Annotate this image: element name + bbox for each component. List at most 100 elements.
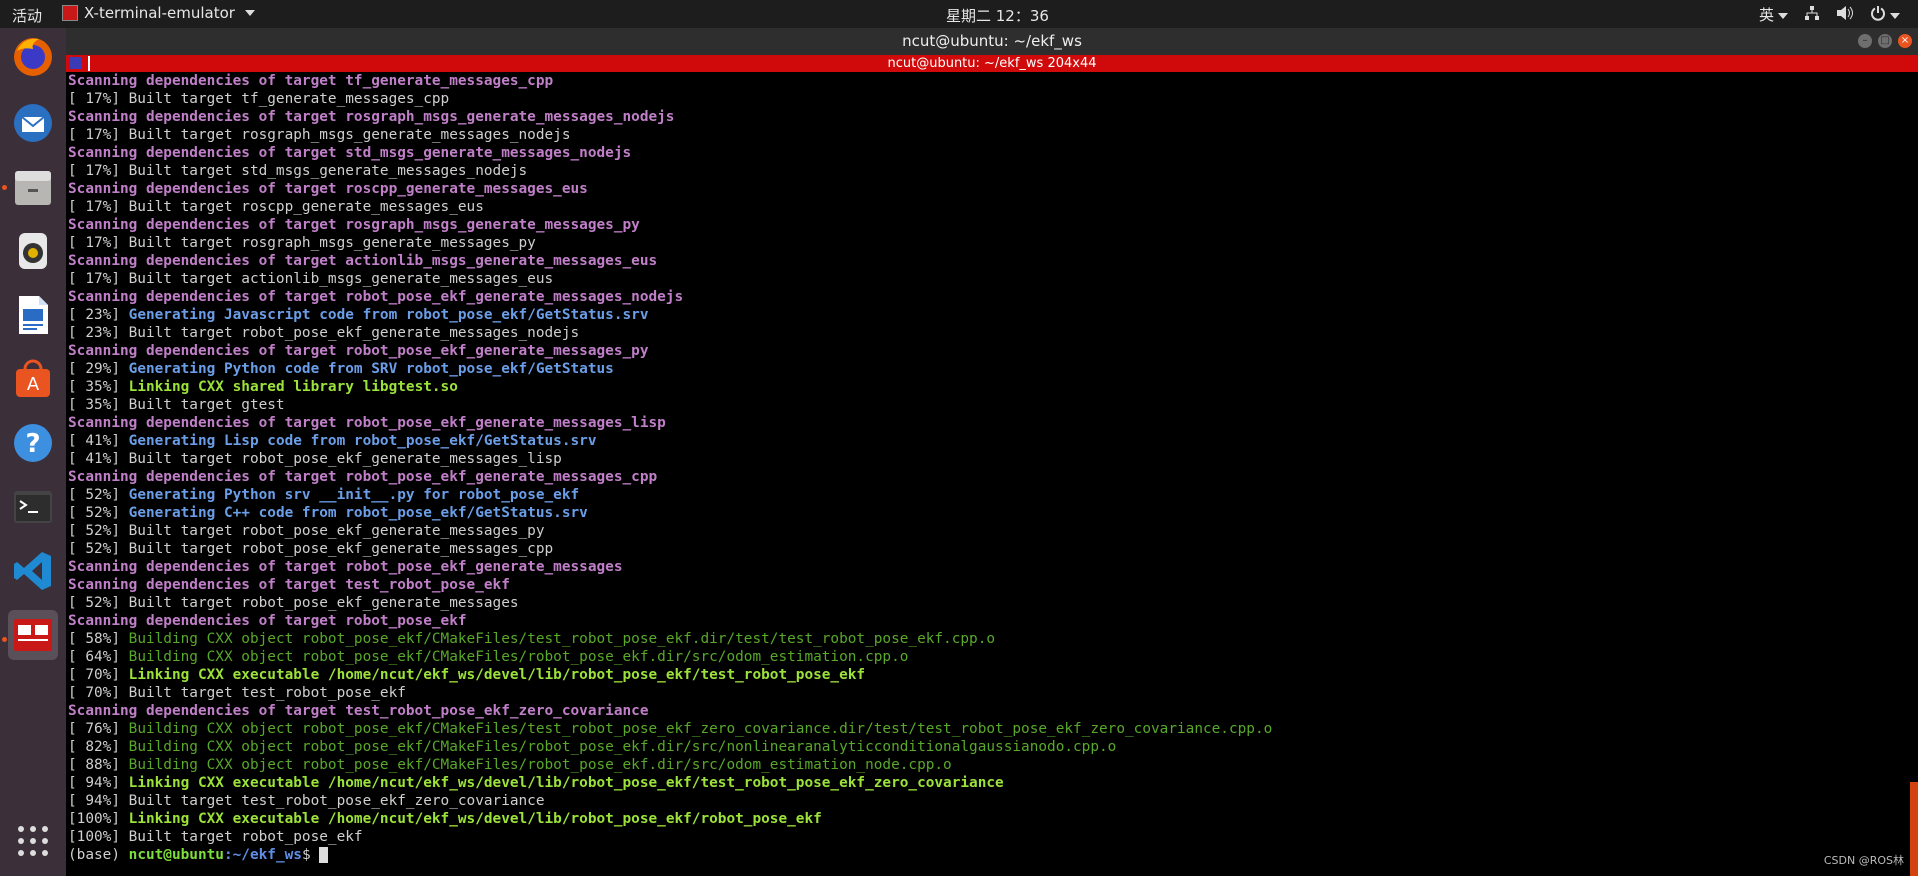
terminal-line: Scanning dependencies of target rosgraph…: [68, 108, 1908, 126]
terminal-line: [ 52%] Built target robot_pose_ekf_gener…: [68, 522, 1908, 540]
dock-vscode[interactable]: [8, 546, 58, 596]
terminal-line: [ 29%] Generating Python code from SRV r…: [68, 360, 1908, 378]
clock[interactable]: 星期二 12：36: [946, 5, 1049, 26]
window-titlebar[interactable]: ncut@ubuntu: ~/ekf_ws – □ ×: [66, 28, 1918, 55]
prompt-env: (base): [68, 847, 129, 863]
window-title: ncut@ubuntu: ~/ekf_ws: [902, 32, 1082, 50]
dock-firefox[interactable]: [8, 32, 58, 82]
terminal-text: Scanning dependencies of target robot_po…: [68, 469, 658, 485]
terminal-text: [ 82%]: [68, 739, 129, 755]
terminal-line: [ 17%] Built target roscpp_generate_mess…: [68, 198, 1908, 216]
terminal-line: [ 23%] Generating Javascript code from r…: [68, 306, 1908, 324]
terminal-line: Scanning dependencies of target rosgraph…: [68, 216, 1908, 234]
terminal-text: [100%]: [68, 811, 129, 827]
rhythmbox-icon: [19, 233, 47, 269]
terminal-text: [ 17%] Built target tf_generate_messages…: [68, 91, 450, 107]
dock-thunderbird[interactable]: [8, 98, 58, 148]
dock-xterm[interactable]: [8, 610, 58, 660]
terminal-text: [ 52%]: [68, 505, 129, 521]
terminal-line: Scanning dependencies of target roscpp_g…: [68, 180, 1908, 198]
terminal-line: [ 23%] Built target robot_pose_ekf_gener…: [68, 324, 1908, 342]
system-tray: 英: [1759, 4, 1900, 25]
terminal-text: Building CXX object robot_pose_ekf/CMake…: [128, 649, 909, 665]
terminal-line: [100%] Linking CXX executable /home/ncut…: [68, 810, 1908, 828]
minimize-button[interactable]: –: [1858, 34, 1872, 48]
maximize-button[interactable]: □: [1878, 34, 1892, 48]
terminal-line: [ 76%] Building CXX object robot_pose_ek…: [68, 720, 1908, 738]
terminal-line: Scanning dependencies of target test_rob…: [68, 702, 1908, 720]
dock-help[interactable]: ?: [8, 418, 58, 468]
terminal-line: Scanning dependencies of target test_rob…: [68, 576, 1908, 594]
terminal-text: Linking CXX executable /home/ncut/ekf_ws…: [128, 811, 822, 827]
scrollbar-thumb[interactable]: [1910, 782, 1918, 876]
power-icon[interactable]: [1870, 5, 1900, 25]
activities-button[interactable]: 活动: [12, 5, 42, 26]
input-method-indicator[interactable]: 英: [1759, 4, 1788, 25]
watermark: CSDN @ROS林: [1823, 854, 1904, 867]
terminal-text: Building CXX object robot_pose_ekf/CMake…: [128, 739, 1117, 755]
terminal-text: Generating Python srv __init__.py for ro…: [128, 487, 580, 503]
terminal-text: [ 41%] Built target robot_pose_ekf_gener…: [68, 451, 562, 467]
terminal-line: [ 52%] Built target robot_pose_ekf_gener…: [68, 540, 1908, 558]
terminal-text: Scanning dependencies of target rosgraph…: [68, 109, 675, 125]
terminal-text: Linking CXX executable /home/ncut/ekf_ws…: [128, 667, 866, 683]
terminal-line: [ 52%] Generating Python srv __init__.py…: [68, 486, 1908, 504]
volume-icon[interactable]: [1836, 5, 1854, 25]
xterm-titlebar: ncut@ubuntu: ~/ekf_ws 204x44: [66, 55, 1918, 72]
terminal-text: Generating C++ code from robot_pose_ekf/…: [128, 505, 588, 521]
terminal-line: [100%] Built target robot_pose_ekf: [68, 828, 1908, 846]
terminal-text: Scanning dependencies of target std_msgs…: [68, 145, 632, 161]
shell-prompt[interactable]: (base) ncut@ubuntu:~/ekf_ws$: [68, 846, 1908, 864]
terminal-text: [ 23%]: [68, 307, 129, 323]
terminal-line: [ 82%] Building CXX object robot_pose_ek…: [68, 738, 1908, 756]
terminal-text: Generating Python code from SRV robot_po…: [128, 361, 614, 377]
terminal-text: Scanning dependencies of target tf_gener…: [68, 73, 554, 89]
terminal-text: [ 70%]: [68, 667, 129, 683]
chevron-down-icon: [1778, 12, 1788, 19]
terminal-line: [ 94%] Linking CXX executable /home/ncut…: [68, 774, 1908, 792]
terminal-text: [ 58%]: [68, 631, 129, 647]
terminal-line: Scanning dependencies of target std_msgs…: [68, 144, 1908, 162]
prompt-path: :~/ekf_ws: [223, 847, 302, 863]
terminal-text: Scanning dependencies of target roscpp_g…: [68, 181, 588, 197]
terminal-text: Scanning dependencies of target robot_po…: [68, 289, 684, 305]
terminal-output[interactable]: Scanning dependencies of target tf_gener…: [68, 72, 1908, 872]
app-menu[interactable]: X-terminal-emulator: [62, 4, 255, 22]
terminal-text: Generating Lisp code from robot_pose_ekf…: [128, 433, 597, 449]
terminal-text: Linking CXX executable /home/ncut/ekf_ws…: [128, 775, 1004, 791]
terminal-line: [ 41%] Generating Lisp code from robot_p…: [68, 432, 1908, 450]
svg-text:A: A: [27, 374, 40, 395]
terminal-line: Scanning dependencies of target actionli…: [68, 252, 1908, 270]
show-applications-button[interactable]: [8, 816, 58, 866]
running-indicator: [2, 637, 7, 642]
text-cursor: [319, 847, 329, 863]
terminal-line: [ 70%] Linking CXX executable /home/ncut…: [68, 666, 1908, 684]
close-button[interactable]: ×: [1898, 34, 1912, 48]
top-panel: 活动 X-terminal-emulator 星期二 12：36 英: [0, 0, 1918, 28]
terminal-icon: [14, 491, 52, 523]
dock-files[interactable]: [8, 162, 58, 212]
terminal-text: [ 70%] Built target test_robot_pose_ekf: [68, 685, 406, 701]
terminal-text: [ 17%] Built target actionlib_msgs_gener…: [68, 271, 554, 287]
svg-text:?: ?: [25, 429, 40, 459]
terminal-text: [ 17%] Built target std_msgs_generate_me…: [68, 163, 528, 179]
terminal-text: [ 29%]: [68, 361, 129, 377]
dock-writer[interactable]: [8, 290, 58, 340]
terminal-text: [ 76%]: [68, 721, 129, 737]
terminal-text: [ 94%] Built target test_robot_pose_ekf_…: [68, 793, 545, 809]
prompt-user-host: ncut@ubuntu: [128, 847, 224, 863]
dock-software[interactable]: A: [8, 354, 58, 404]
xterm-app-icon: [62, 5, 78, 21]
dock-terminal[interactable]: [8, 482, 58, 532]
dock-rhythmbox[interactable]: [8, 226, 58, 276]
app-menu-label: X-terminal-emulator: [84, 4, 235, 22]
terminal-text: [ 94%]: [68, 775, 129, 791]
xterm-menu-icon[interactable]: [70, 57, 82, 69]
terminal-line: [ 64%] Building CXX object robot_pose_ek…: [68, 648, 1908, 666]
network-icon[interactable]: [1804, 5, 1820, 25]
terminal-line: Scanning dependencies of target robot_po…: [68, 288, 1908, 306]
terminal-line: [ 70%] Built target test_robot_pose_ekf: [68, 684, 1908, 702]
terminal-line: [ 35%] Linking CXX shared library libgte…: [68, 378, 1908, 396]
terminal-text: [ 35%] Built target gtest: [68, 397, 285, 413]
terminal-text: [ 35%]: [68, 379, 129, 395]
